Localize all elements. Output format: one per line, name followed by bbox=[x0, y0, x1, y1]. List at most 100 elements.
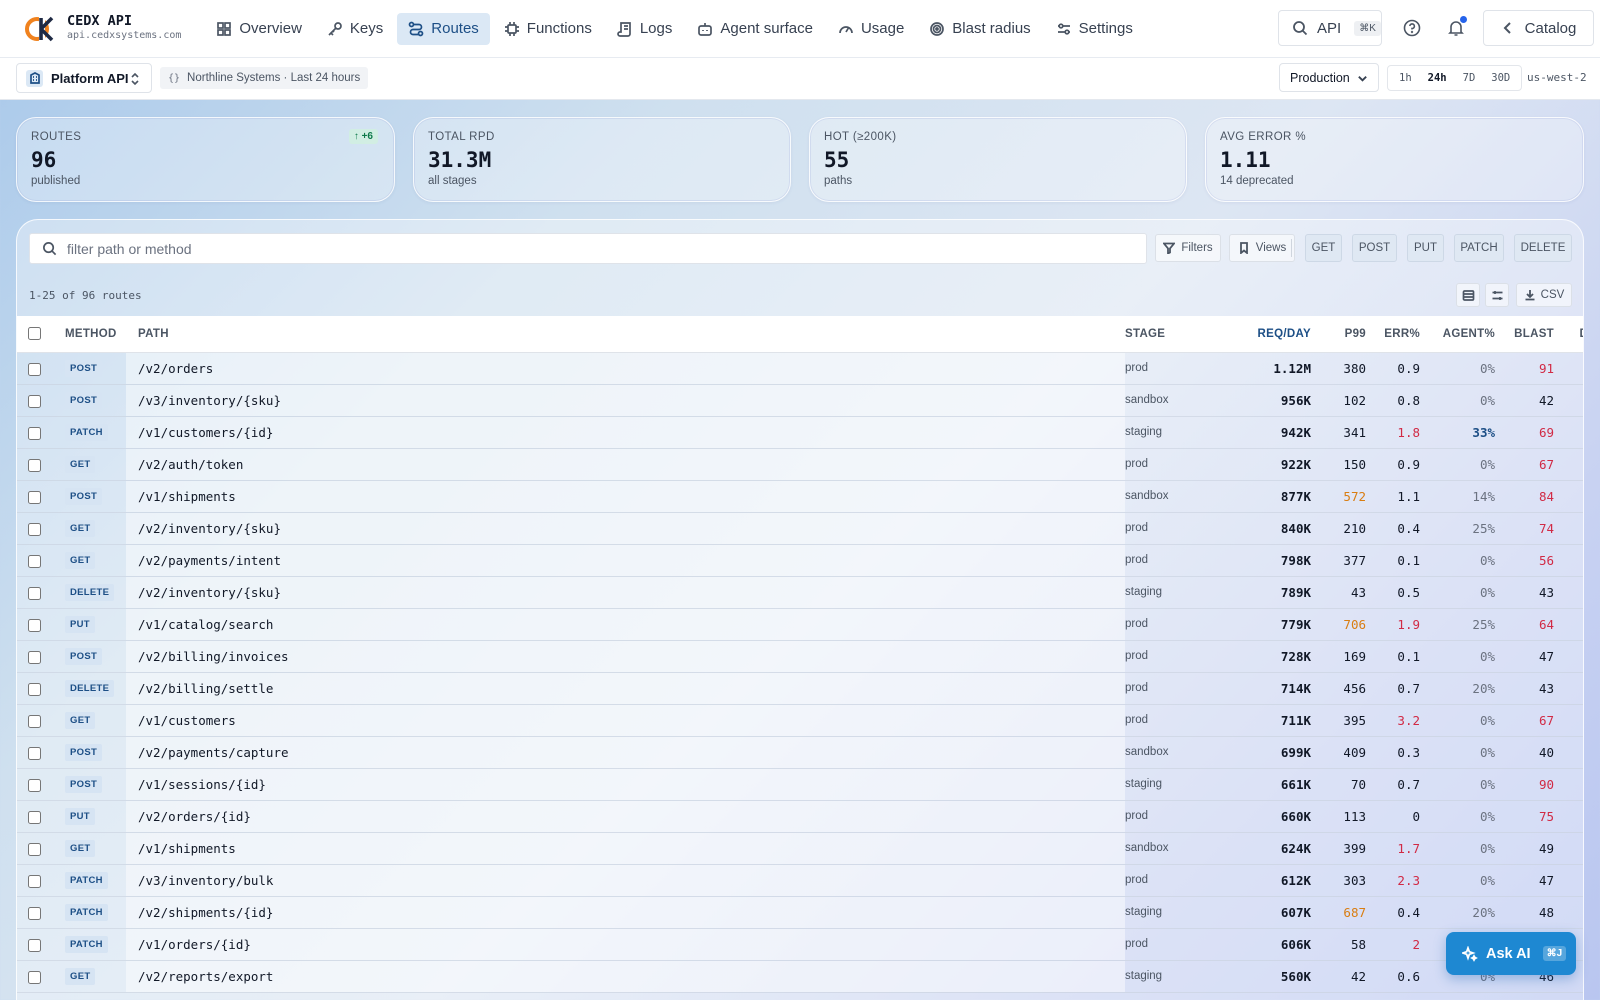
row-checkbox[interactable] bbox=[28, 714, 41, 728]
export-csv-button[interactable]: CSV bbox=[1516, 283, 1572, 307]
path-cell[interactable]: /v2/payments/capture bbox=[126, 736, 1125, 768]
method-filter-put[interactable]: PUT bbox=[1407, 234, 1444, 262]
path-cell[interactable]: /v3/inventory/bulk bbox=[126, 864, 1125, 896]
col-stage[interactable]: STAGE bbox=[1125, 316, 1209, 353]
table-row[interactable]: GET/v2/inventory/{sku} prod 840K 210 0.4 25% 7… bbox=[17, 512, 1583, 544]
catalog-button[interactable]: Catalog bbox=[1483, 10, 1594, 46]
row-checkbox[interactable] bbox=[28, 970, 41, 984]
cedx-logo[interactable] bbox=[24, 13, 56, 45]
row-checkbox[interactable] bbox=[28, 522, 41, 536]
col-path[interactable]: PATH bbox=[126, 316, 1125, 353]
range-1h[interactable]: 1h bbox=[1391, 68, 1420, 88]
row-checkbox[interactable] bbox=[28, 618, 41, 632]
path-cell[interactable]: /v2/payments/intent bbox=[126, 544, 1125, 576]
path-cell[interactable]: /v2/reports/export bbox=[126, 960, 1125, 992]
path-cell[interactable]: /v3/inventory/{sku} bbox=[126, 384, 1125, 416]
tab-agent-surface[interactable]: Agent surface bbox=[686, 13, 824, 45]
row-checkbox[interactable] bbox=[28, 906, 41, 920]
ask-ai-button[interactable]: Ask AI ⌘J bbox=[1446, 932, 1576, 975]
row-checkbox[interactable] bbox=[28, 778, 41, 792]
tab-keys[interactable]: Keys bbox=[316, 13, 394, 45]
row-checkbox[interactable] bbox=[28, 394, 41, 408]
path-cell[interactable]: /v2/orders bbox=[126, 352, 1125, 384]
col-err[interactable]: ERR% bbox=[1381, 316, 1435, 353]
method-filter-delete[interactable]: DELETE bbox=[1514, 234, 1572, 262]
path-cell[interactable]: /v2/shipments/{id} bbox=[126, 896, 1125, 928]
stage-select[interactable]: Production bbox=[1279, 63, 1379, 92]
col-method[interactable]: METHOD bbox=[65, 316, 126, 353]
table-row[interactable]: POST/v2/payments/capture sandbox 699K 409 0.… bbox=[17, 736, 1583, 768]
columns-settings-button[interactable] bbox=[1485, 283, 1509, 307]
table-row[interactable]: DELETE/v2/billing/settle prod 714K 456 0.7 20… bbox=[17, 672, 1583, 704]
table-row[interactable]: GET/v2/reports/export staging 560K 42 0.6 0% 4… bbox=[17, 960, 1583, 992]
row-checkbox[interactable] bbox=[28, 554, 41, 568]
path-cell[interactable]: /v1/shipments bbox=[126, 832, 1125, 864]
range-24h[interactable]: 24h bbox=[1420, 68, 1455, 88]
api-search-button[interactable]: API ⌘K bbox=[1278, 10, 1382, 46]
table-row[interactable]: PATCH/v1/orders/{id}prod606K5820% bbox=[17, 928, 1583, 960]
path-cell[interactable]: /v2/billing/settle bbox=[126, 672, 1125, 704]
tab-overview[interactable]: Overview bbox=[205, 13, 313, 45]
table-row[interactable]: PUT/v1/catalog/search prod 779K 706 1.9 25% 64… bbox=[17, 608, 1583, 640]
tab-settings[interactable]: Settings bbox=[1045, 13, 1144, 45]
path-cell[interactable]: /v1/sessions/{id} bbox=[126, 768, 1125, 800]
select-all-checkbox[interactable] bbox=[28, 327, 41, 341]
row-checkbox[interactable] bbox=[28, 586, 41, 600]
filter-input[interactable] bbox=[67, 240, 1067, 257]
path-cell[interactable]: /v1/orders/{id} bbox=[126, 928, 1125, 960]
tab-functions[interactable]: Functions bbox=[493, 13, 603, 45]
range-7d[interactable]: 7D bbox=[1455, 68, 1484, 88]
row-checkbox[interactable] bbox=[28, 650, 41, 664]
col-req-day[interactable]: REQ/DAY bbox=[1209, 316, 1326, 353]
views-button[interactable]: Views bbox=[1229, 234, 1295, 262]
path-cell[interactable]: /v2/orders/{id} bbox=[126, 800, 1125, 832]
table-row[interactable]: PATCH/v2/shipments/{id} staging 607K 687 0.4… bbox=[17, 896, 1583, 928]
table-row[interactable]: PATCH/v3/inventory/bulk prod 612K 303 2.3 0% 4… bbox=[17, 864, 1583, 896]
col-blast[interactable]: BLAST bbox=[1510, 316, 1569, 353]
path-cell[interactable]: /v1/shipments bbox=[126, 480, 1125, 512]
col-deps[interactable]: DEPS bbox=[1569, 316, 1583, 353]
row-checkbox[interactable] bbox=[28, 362, 41, 376]
method-filter-get[interactable]: GET bbox=[1305, 234, 1342, 262]
table-row[interactable]: DELETE/v2/inventory/{sku} staging 789K 43 0.… bbox=[17, 576, 1583, 608]
table-row[interactable]: POST/v2/ordersprod 1.12M 380 0.9 0% 91 22 bbox=[17, 352, 1583, 384]
table-row[interactable]: POST/v1/shipmentssandbox 877K 572 1.1 14% 84 1… bbox=[17, 480, 1583, 512]
tab-logs[interactable]: Logs bbox=[606, 13, 684, 45]
table-row[interactable]: POST/v2/billing/invoices prod 728K 169 0.1 0%… bbox=[17, 640, 1583, 672]
row-checkbox[interactable] bbox=[28, 490, 41, 504]
table-row[interactable]: PUT/v2/orders/{id}prod 660K 113 0 0% 75 13 bbox=[17, 800, 1583, 832]
path-cell[interactable]: /v2/billing/invoices bbox=[126, 640, 1125, 672]
tab-blast-radius[interactable]: Blast radius bbox=[918, 13, 1041, 45]
table-row[interactable]: GET/v1/shipmentssandbox 624K 399 1.7 0% 49 6 bbox=[17, 832, 1583, 864]
row-checkbox[interactable] bbox=[28, 426, 41, 440]
path-cell[interactable]: /v2/auth/token bbox=[126, 448, 1125, 480]
path-cell[interactable]: /v2/inventory/{sku} bbox=[126, 512, 1125, 544]
path-cell[interactable]: /v1/customers bbox=[126, 704, 1125, 736]
tab-routes[interactable]: Routes bbox=[397, 12, 490, 45]
density-button[interactable] bbox=[1456, 283, 1480, 307]
table-row[interactable]: POST/v1/sessions/{id} staging 661K 70 0.7 0% 9… bbox=[17, 768, 1583, 800]
help-button[interactable] bbox=[1402, 18, 1422, 38]
range-30d[interactable]: 30D bbox=[1483, 68, 1518, 88]
row-checkbox[interactable] bbox=[28, 746, 41, 760]
table-row[interactable]: GET/v1/customersprod 711K 395 3.2 0% 67 8 bbox=[17, 704, 1583, 736]
table-row[interactable]: PATCH/v1/customers/{id} staging 942K 341 1.8… bbox=[17, 416, 1583, 448]
path-cell[interactable]: /v2/inventory/{sku} bbox=[126, 576, 1125, 608]
table-row[interactable]: GET/v2/auth/tokenprod 922K 150 0.9 0% 67 4 bbox=[17, 448, 1583, 480]
table-row[interactable]: POST/v3/inventory/{sku} sandbox 956K 102 0.8… bbox=[17, 384, 1583, 416]
row-checkbox[interactable] bbox=[28, 810, 41, 824]
path-cell[interactable]: /v1/customers/{id} bbox=[126, 416, 1125, 448]
method-filter-patch[interactable]: PATCH bbox=[1454, 234, 1504, 262]
api-selector[interactable]: Platform API bbox=[16, 63, 152, 93]
path-cell[interactable]: /v1/catalog/search bbox=[126, 608, 1125, 640]
col-p99[interactable]: P99 bbox=[1326, 316, 1381, 353]
row-checkbox[interactable] bbox=[28, 682, 41, 696]
row-checkbox[interactable] bbox=[28, 842, 41, 856]
col-agent[interactable]: AGENT% bbox=[1435, 316, 1510, 353]
row-checkbox[interactable] bbox=[28, 874, 41, 888]
method-filter-post[interactable]: POST bbox=[1352, 234, 1397, 262]
table-row[interactable]: GET/v2/payments/intent prod 798K 377 0.1 0% 56… bbox=[17, 544, 1583, 576]
row-checkbox[interactable] bbox=[28, 458, 41, 472]
row-checkbox[interactable] bbox=[28, 938, 41, 952]
filters-button[interactable]: Filters bbox=[1155, 234, 1221, 262]
